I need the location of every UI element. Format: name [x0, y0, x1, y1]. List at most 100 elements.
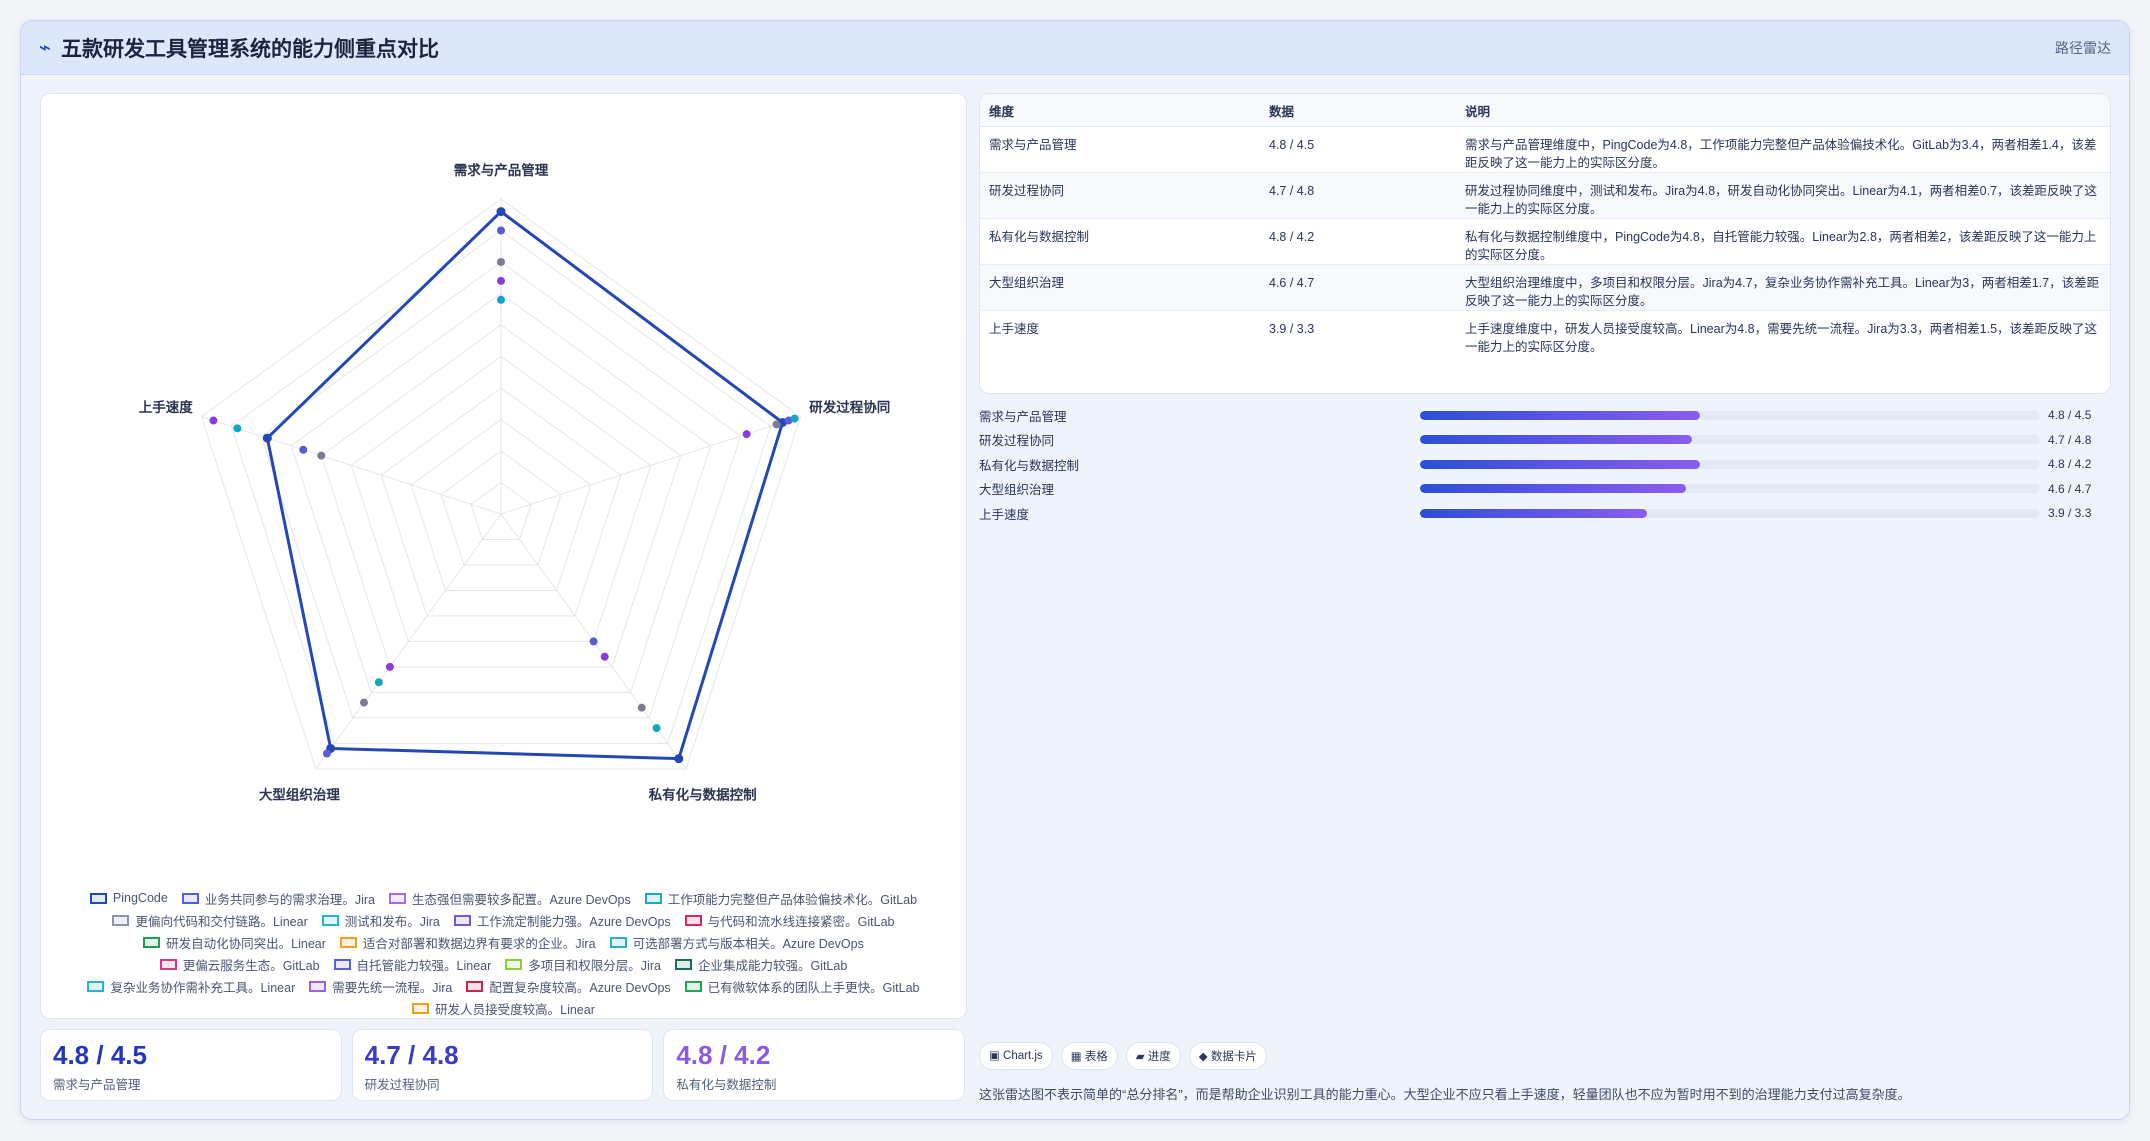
legend-label: 更偏向代码和交付链路。Linear [135, 914, 308, 929]
progress-value: 3.9 / 3.3 [2048, 506, 2092, 521]
legend-item[interactable]: 研发自动化协同突出。Linear [143, 934, 326, 951]
legend-swatch [159, 958, 177, 970]
table-row: 研发过程协同 4.7 / 4.8 研发过程协同维度中，测试和发布。Jira为4.8，… [980, 172, 2110, 219]
kpi-value: 4.8 / 4.2 [676, 1040, 771, 1070]
legend-label: 可选部署方式与版本相关。Azure DevOps [632, 936, 864, 951]
legend-item[interactable]: 更偏向代码和交付链路。Linear [112, 912, 308, 929]
cell-data: 3.9 / 3.3 [1269, 322, 1315, 336]
column-header-data: 数据 [1260, 94, 1456, 127]
legend-swatch [609, 936, 627, 948]
app-frame: ⌁ 五款研发工具管理系统的能力侧重点对比 路径雷达 需求与产品管理 研发过程协同私… [20, 20, 2130, 1120]
progress-fill [1420, 484, 1686, 494]
progress-row: 研发过程协同 4.7 / 4.8 [979, 428, 2109, 453]
legend-swatch [388, 892, 406, 904]
legend-item[interactable]: 可选部署方式与版本相关。Azure DevOps [609, 934, 864, 951]
legend-swatch [112, 914, 130, 926]
header: ⌁ 五款研发工具管理系统的能力侧重点对比 路径雷达 [21, 21, 2129, 75]
legend-item[interactable]: 工作项能力完整但产品体验偏技术化。GitLab [644, 890, 918, 907]
cell-dimension: 需求与产品管理 [980, 126, 1260, 173]
legend-label: 研发人员接受度较高。Linear [435, 1002, 595, 1017]
legend-swatch [644, 892, 662, 904]
legend-label: 企业集成能力较强。GitLab [697, 958, 848, 973]
cell-description: 需求与产品管理维度中，PingCode为4.8，工作项能力完整但产品体验偏技术化… [1456, 126, 2110, 173]
data-point [674, 754, 684, 764]
chip-chartjs[interactable]: ▣ Chart.js [979, 1042, 1053, 1070]
progress-fill [1420, 410, 1701, 420]
cell-data: 4.8 / 4.5 [1260, 126, 1456, 173]
data-point [374, 678, 383, 687]
progress-list: 需求与产品管理 4.8 / 4.5 研发过程协同 4.7 / 4.8 私有化与数据控制 4… [979, 403, 2109, 526]
data-point [496, 207, 506, 217]
kpi-card: 4.8 / 4.2 私有化与数据控制 [663, 1029, 966, 1101]
grid-spoke [500, 416, 801, 515]
chart-type-label: 路径雷达 [2055, 39, 2111, 56]
chip-table[interactable]: ▦ 表格 [1060, 1042, 1118, 1070]
legend-swatch [684, 914, 702, 926]
kpi-card: 4.7 / 4.8 研发过程协同 [351, 1029, 654, 1101]
data-point [497, 295, 505, 304]
progress-label: 研发过程协同 [979, 434, 1055, 449]
progress-track [1420, 508, 2040, 518]
column-header-description: 说明 [1456, 94, 2110, 127]
legend-label: 已有微软体系的团队上手更快。GitLab [707, 980, 920, 995]
legend-label: 测试和发布。Jira [344, 914, 440, 929]
kpi-label: 私有化与数据控制 [676, 1078, 777, 1092]
legend-item[interactable]: 自托管能力较强。Linear [333, 956, 492, 973]
legend-swatch [505, 958, 523, 970]
legend-item[interactable]: 已有微软体系的团队上手更快。GitLab [684, 978, 920, 995]
legend-item[interactable]: PingCode [89, 890, 168, 906]
legend-item[interactable]: 业务共同参与的需求治理。Jira [181, 890, 375, 907]
legend-item[interactable]: 生态强但需要较多配置。Azure DevOps [388, 890, 631, 907]
legend-swatch [181, 892, 199, 904]
progress-label: 需求与产品管理 [979, 409, 1067, 424]
chip-data-card[interactable]: ◆ 数据卡片 [1188, 1042, 1267, 1070]
legend-label: 多项目和权限分层。Jira [528, 958, 661, 973]
chart-legend: PingCode 业务共同参与的需求治理。Jira 生态强但需要较多配置。Azure… [61, 890, 946, 1017]
kpi-label: 研发过程协同 [364, 1078, 440, 1092]
data-point [322, 749, 331, 758]
kpi-label: 需求与产品管理 [53, 1078, 141, 1092]
legend-item[interactable]: 配置复杂度较高。Azure DevOps [466, 978, 671, 995]
view-chips: ▣ Chart.js ▦ 表格 ▰ 进度 ◆ 数据卡片 [979, 1042, 1267, 1070]
footnote: 这张雷达图不表示简单的“总分排名”，而是帮助企业识别工具的能力重心。大型企业不应… [979, 1087, 1911, 1102]
legend-swatch [87, 980, 105, 992]
legend-label: 自托管能力较强。Linear [356, 958, 492, 973]
progress-value: 4.8 / 4.5 [2048, 408, 2092, 423]
cell-description: 研发过程协同维度中，测试和发布。Jira为4.8，研发自动化协同突出。Linea… [1456, 172, 2110, 219]
cell-dimension: 研发过程协同 [980, 172, 1260, 219]
data-point [262, 433, 272, 443]
chip-progress[interactable]: ▰ 进度 [1125, 1042, 1181, 1070]
progress-label: 上手速度 [979, 507, 1030, 522]
legend-label: 配置复杂度较高。Azure DevOps [489, 980, 671, 995]
page-title: 五款研发工具管理系统的能力侧重点对比 [61, 37, 440, 61]
radar-chart: 需求与产品管理研发过程协同私有化与数据控制 大型组织治理 上手速度 [139, 162, 890, 802]
legend-item[interactable]: 需要先统一流程。Jira [309, 978, 452, 995]
legend-label: 工作项能力完整但产品体验偏技术化。GitLab [667, 892, 918, 907]
data-point [772, 420, 781, 429]
progress-label: 私有化与数据控制 [979, 458, 1080, 473]
legend-item[interactable]: 测试和发布。Jira [321, 912, 440, 929]
legend-item[interactable]: 工作流定制能力强。Azure DevOps [453, 912, 671, 929]
legend-item[interactable]: 与代码和流水线连接紧密。GitLab [684, 912, 895, 929]
progress-value: 4.7 / 4.8 [2048, 432, 2092, 447]
legend-item[interactable]: 复杂业务协作需补充工具。Linear [87, 978, 295, 995]
legend-item[interactable]: 研发人员接受度较高。Linear [412, 1000, 595, 1017]
legend-item[interactable]: 多项目和权限分层。Jira [505, 956, 661, 973]
legend-swatch [333, 958, 351, 970]
progress-fill [1420, 459, 1701, 469]
legend-swatch [466, 980, 484, 992]
legend-swatch [684, 980, 702, 992]
legend-item[interactable]: 适合对部署和数据边界有要求的企业。Jira [339, 934, 596, 951]
legend-item[interactable]: 企业集成能力较强。GitLab [674, 956, 848, 973]
progress-track [1420, 459, 2040, 469]
legend-item[interactable]: 更偏云服务生态。GitLab [159, 956, 320, 973]
table-row: 需求与产品管理 4.8 / 4.5 需求与产品管理维度中，PingCode为4.8，… [980, 126, 2110, 173]
legend-swatch [143, 936, 161, 948]
legend-swatch [674, 958, 692, 970]
progress-track [1420, 435, 2040, 445]
kpi-card: 4.8 / 4.5 需求与产品管理 [40, 1029, 342, 1101]
cell-description: 大型组织治理维度中，多项目和权限分层。Jira为4.7，复杂业务协作需补充工具。… [1456, 264, 2110, 311]
data-point [497, 226, 505, 235]
data-point [209, 416, 218, 425]
legend-label: 与代码和流水线连接紧密。GitLab [707, 914, 895, 929]
